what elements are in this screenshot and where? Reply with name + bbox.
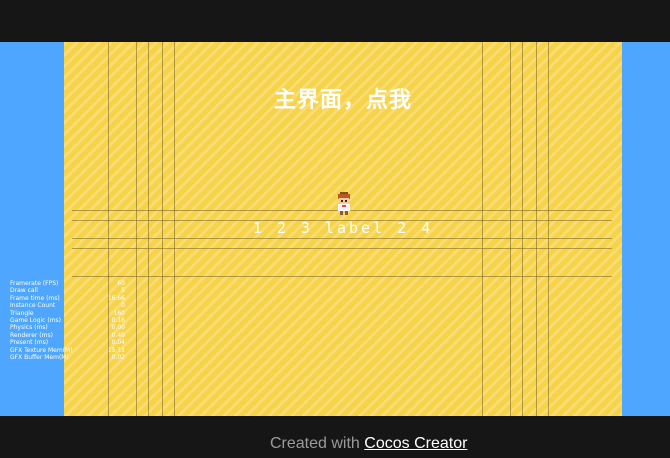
- grid-line: [72, 238, 612, 239]
- stat-label: Frame time (ms): [10, 294, 60, 302]
- stat-value: 15.11: [107, 346, 125, 354]
- stat-label: GFX Buffer Mem(M): [10, 354, 69, 362]
- stat-row: Present (ms) 0.04: [10, 339, 125, 346]
- stat-value: 16.66: [107, 294, 125, 302]
- grid-line: [72, 276, 612, 277]
- stat-value: 0.16: [111, 317, 125, 325]
- stat-label: Renderer (ms): [10, 331, 53, 339]
- pixel-character-icon[interactable]: [335, 192, 353, 216]
- main-menu-title[interactable]: 主界面，点我: [64, 82, 622, 114]
- stat-value: 0.00: [111, 324, 125, 332]
- footer-prefix: Created with: [270, 435, 365, 452]
- cocos-creator-link[interactable]: Cocos Creator: [364, 435, 467, 452]
- stat-row: Physics (ms) 0.00: [10, 324, 125, 331]
- stat-label: Physics (ms): [10, 324, 48, 332]
- stat-label: GFX Texture Mem(M): [10, 346, 73, 354]
- stat-row: Renderer (ms) 0.40: [10, 332, 125, 339]
- stat-label: Framerate (FPS): [10, 280, 59, 287]
- game-canvas[interactable]: 主界面，点我 1 2 3 label 2 4: [64, 42, 622, 416]
- footer: Created with Cocos Creator: [0, 416, 670, 458]
- stat-label: Draw call: [10, 287, 38, 295]
- stat-value: 0.02: [111, 354, 125, 362]
- stat-row: Framerate (FPS) 60: [10, 280, 125, 287]
- stat-label: Triangle: [10, 309, 34, 317]
- stat-row: Triangle 160: [10, 310, 125, 317]
- stat-value: 160: [113, 309, 125, 317]
- stat-row: Draw call 5: [10, 287, 125, 294]
- stat-row: GFX Texture Mem(M) 15.11: [10, 347, 125, 354]
- performance-stats-panel: Framerate (FPS) 60 Draw call 5 Frame time (m…: [10, 280, 125, 361]
- stat-value: 0: [121, 302, 125, 310]
- stat-row: GFX Buffer Mem(M) 0.02: [10, 354, 125, 361]
- stat-value: 0.04: [111, 339, 125, 347]
- grid-line: [72, 248, 612, 249]
- stat-label: Game Logic (ms): [10, 317, 62, 325]
- top-bar: [0, 0, 670, 42]
- stat-value: 5: [121, 287, 125, 295]
- stat-value: 0.40: [111, 331, 125, 339]
- footer-credit: Created with Cocos Creator: [270, 435, 467, 453]
- stat-label: Instance Count: [10, 302, 56, 310]
- number-label: 1 2 3 label 2 4: [252, 219, 434, 237]
- stat-row: Frame time (ms) 16.66: [10, 295, 125, 302]
- stat-row: Game Logic (ms) 0.16: [10, 317, 125, 324]
- stat-row: Instance Count 0: [10, 302, 125, 309]
- stat-label: Present (ms): [10, 339, 49, 347]
- stat-value: 60: [117, 280, 125, 287]
